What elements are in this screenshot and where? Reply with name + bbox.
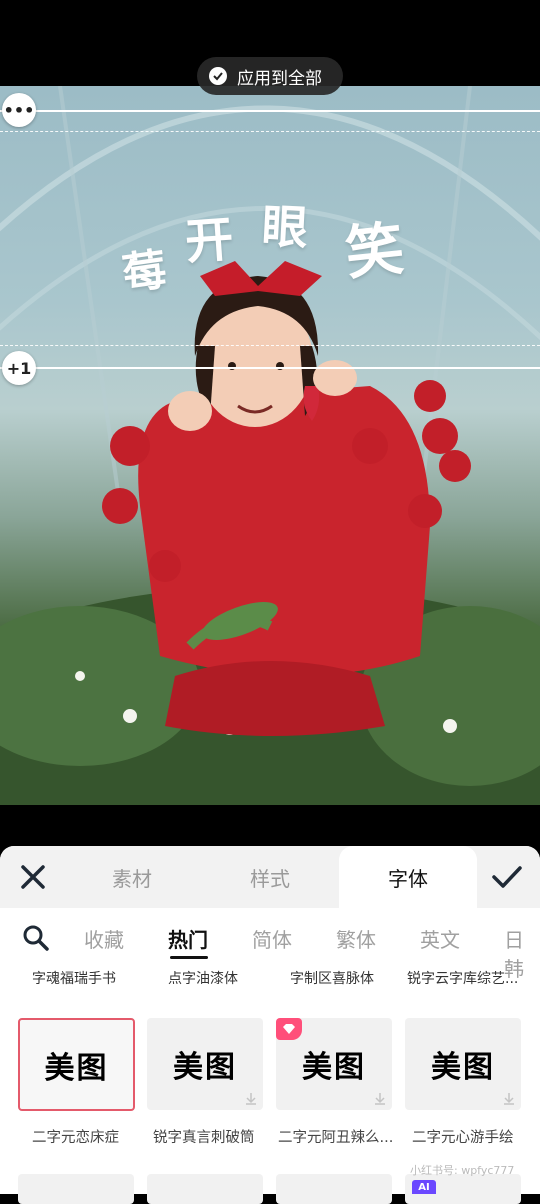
panel-tabs: 素材 样式 字体: [0, 846, 540, 908]
bottom-black-bar: [0, 805, 540, 850]
confirm-check-icon[interactable]: [490, 862, 524, 892]
text-box-top-border[interactable]: [0, 110, 540, 112]
apply-to-all-label: 应用到全部: [237, 68, 322, 89]
font-name-2: 锐字真言刺破筒: [153, 1130, 255, 1146]
category-simplified[interactable]: 简体: [252, 924, 292, 953]
photo-canvas[interactable]: 莓 开 眼 笑: [0, 86, 540, 805]
font-tile-7[interactable]: [276, 1174, 392, 1204]
font-tile-1[interactable]: 美图: [18, 1018, 135, 1111]
add-layer-handle[interactable]: +1: [2, 351, 36, 385]
font-name-4: 二字元心游手绘: [412, 1130, 514, 1146]
text-box-bottom-border[interactable]: [0, 367, 540, 369]
close-icon[interactable]: [18, 862, 48, 892]
text-box-inner-bottom-guide: [0, 345, 540, 346]
download-icon[interactable]: [502, 1091, 516, 1105]
font-category-bar: 收藏 热门 简体 繁体 英文 日韩: [0, 908, 540, 981]
font-name-prev-1[interactable]: 字魂福瑞手书: [32, 968, 116, 988]
tab-font[interactable]: 字体: [339, 846, 477, 908]
font-panel: 素材 样式 字体 收藏 热门 简体 繁体 英文 日韩 字魂福瑞手书 点字油漆体 …: [0, 846, 540, 1194]
font-tile-5[interactable]: [18, 1174, 134, 1204]
download-icon[interactable]: [244, 1091, 258, 1105]
apply-to-all-button[interactable]: 应用到全部: [197, 57, 343, 95]
download-icon[interactable]: [373, 1091, 387, 1105]
title-char-4[interactable]: 笑: [341, 201, 407, 291]
font-tile-6[interactable]: [147, 1174, 263, 1204]
font-name-prev-4[interactable]: 锐字云字库综艺...: [407, 968, 518, 988]
font-name-prev-3[interactable]: 字制区喜脉体: [290, 968, 374, 988]
check-circle-icon: [209, 67, 227, 85]
active-category-indicator: [170, 956, 208, 959]
vip-gem-icon: [276, 1018, 302, 1040]
search-icon[interactable]: [22, 924, 50, 952]
text-box-inner-top-guide: [0, 131, 540, 132]
font-name-3: 二字元阿丑辣么...: [278, 1130, 394, 1146]
category-hot[interactable]: 热门: [168, 924, 208, 953]
category-traditional[interactable]: 繁体: [336, 924, 376, 953]
title-char-1[interactable]: 莓: [118, 233, 170, 303]
category-english[interactable]: 英文: [420, 924, 460, 953]
font-name-prev-2[interactable]: 点字油漆体: [168, 968, 238, 988]
title-char-3[interactable]: 眼: [260, 190, 309, 258]
tab-style[interactable]: 样式: [210, 846, 330, 908]
ai-badge: AI: [412, 1180, 436, 1194]
tab-material[interactable]: 素材: [72, 846, 192, 908]
title-char-2[interactable]: 开: [183, 199, 236, 272]
category-favorites[interactable]: 收藏: [84, 924, 124, 953]
font-name-1: 二字元恋床症: [32, 1130, 119, 1146]
more-options-handle[interactable]: •••: [2, 93, 36, 127]
watermark: 小红书号: wpfyc777: [410, 1164, 515, 1177]
